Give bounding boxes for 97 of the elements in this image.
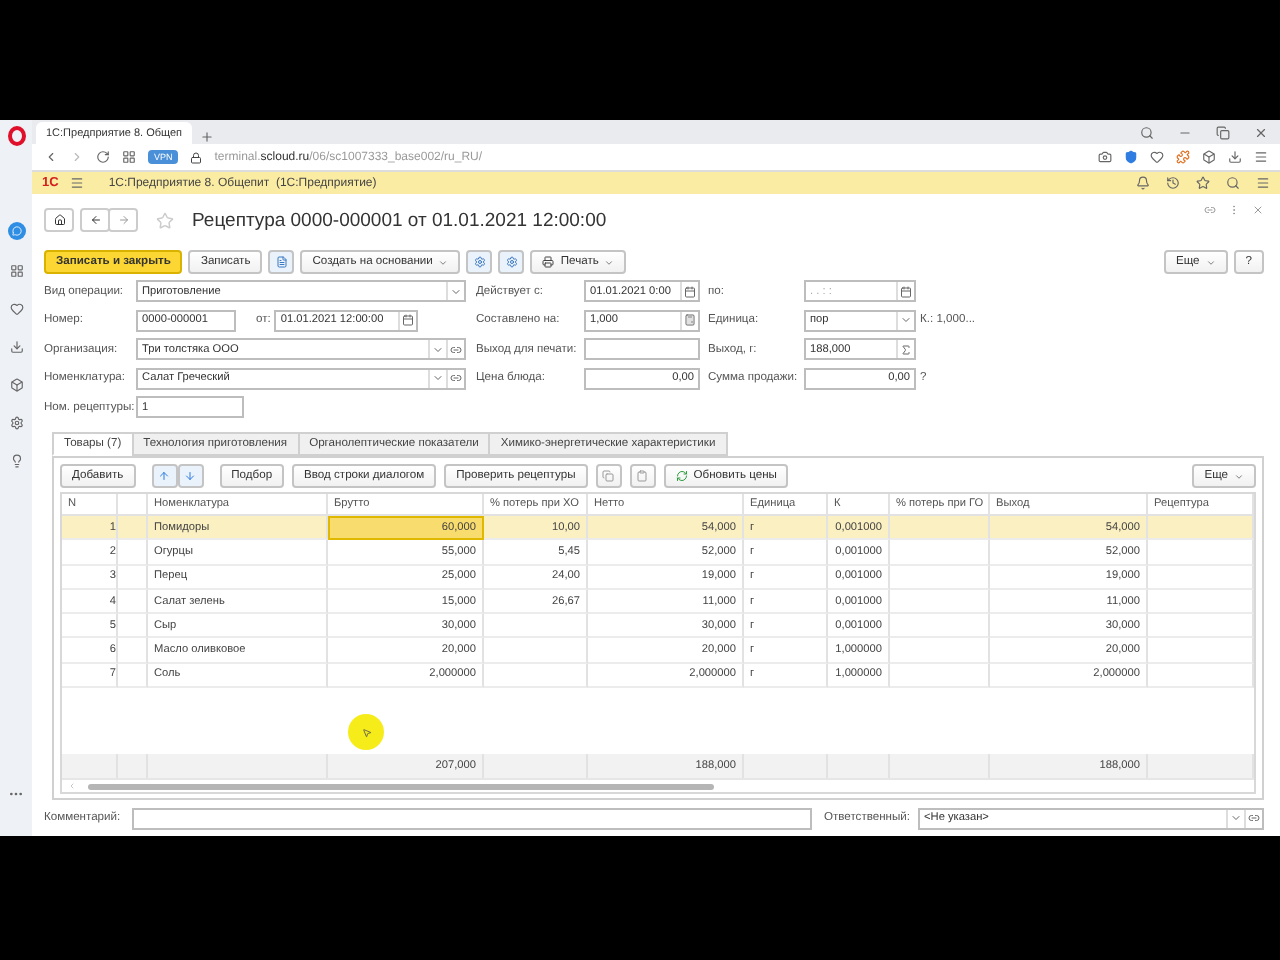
caret-icon [1205,257,1216,267]
close-icon [1252,204,1264,216]
new-tab-icon [200,130,214,144]
heart-icon [1150,150,1164,164]
gear-icon [505,256,518,268]
menu-icon [1256,176,1270,190]
dropdown-icon [900,314,912,326]
total-cell [118,754,148,778]
table-cell [890,663,990,689]
dropdown-icon [1230,812,1242,824]
link-icon [1204,204,1216,216]
total-cell [484,754,588,778]
table-cell [484,614,588,639]
link-icon [1248,812,1260,824]
grid-icon [122,150,136,164]
down-arrow-icon [184,470,197,482]
dropdown-icon [432,343,444,355]
table-cell [890,589,990,615]
total-cell [744,754,828,778]
move-up-button[interactable] [151,464,178,488]
back-icon [44,150,58,164]
messenger-icon[interactable] [7,222,25,240]
action-button[interactable] [466,250,493,274]
camera-icon [1098,150,1112,164]
extension-icon [1176,150,1190,164]
table-cell [890,638,990,664]
table-cell [118,589,148,615]
calculator-icon [684,314,696,326]
table-cell [118,663,148,689]
search-icon [1140,125,1154,139]
browser-logo-icon[interactable] [7,126,25,146]
copy-button[interactable] [595,464,622,488]
settings-icon [9,416,23,430]
movements-button[interactable] [268,250,295,274]
copy-icon [602,470,615,482]
lightbulb-icon [9,454,23,468]
home-icon [53,214,65,226]
table-cell [484,663,588,689]
printer-icon [542,256,555,268]
restore-icon [1216,125,1230,139]
clipboard-icon [636,470,649,482]
calendar-icon [684,285,696,297]
up-arrow-icon [158,470,171,482]
horizontal-scrollbar[interactable] [62,778,1254,792]
menu-icon [70,176,85,190]
dropdown-icon [432,372,444,384]
cube-icon [9,378,23,392]
table-cell [118,638,148,664]
move-down-button[interactable] [177,464,204,488]
cursor-highlight-icon [348,714,384,750]
reload-icon [96,150,110,164]
link-icon [450,343,462,355]
gear-icon [473,256,486,268]
table-cell [890,565,990,590]
caret-icon [1234,471,1244,481]
forward-button[interactable] [108,208,138,232]
document-icon [275,256,288,268]
table-cell [118,565,148,590]
close-icon [1254,125,1268,139]
comment-field[interactable] [132,807,812,829]
link-icon [450,372,462,384]
table-cell [890,614,990,639]
calendar-icon [900,285,912,297]
forward-icon [70,150,84,164]
history-icon [1166,176,1180,190]
forward-icon [117,214,129,226]
download-icon [1228,150,1242,164]
back-icon [89,214,101,226]
table-cell [890,540,990,566]
menu-icon [1254,150,1268,164]
caret-icon [438,257,449,267]
lock-icon [190,151,203,163]
refresh-icon [675,470,688,482]
calendar-icon [402,314,415,326]
download-icon [9,340,23,354]
heart-icon [9,302,23,316]
search-icon [1226,176,1240,190]
home-button[interactable] [44,208,74,232]
cube-icon [1202,150,1216,164]
table-cell [118,614,148,639]
sigma-icon [900,343,912,355]
caret-icon [604,257,615,267]
form-title: Рецептура 0000-000001 от 01.01.2021 12:00:00 [192,209,607,231]
total-cell [890,754,990,778]
input-field[interactable] [584,338,700,360]
star-icon [1196,176,1210,190]
shield-icon [1124,150,1138,164]
star-icon [156,211,174,229]
dropdown-icon [450,285,462,297]
chat-icon [11,226,21,236]
bell-icon [1136,176,1150,190]
paste-button[interactable] [629,464,656,488]
grid-icon [9,264,23,278]
action-button[interactable] [498,250,525,274]
table-cell [484,638,588,664]
table-cell [118,540,148,566]
total-cell [828,754,890,778]
